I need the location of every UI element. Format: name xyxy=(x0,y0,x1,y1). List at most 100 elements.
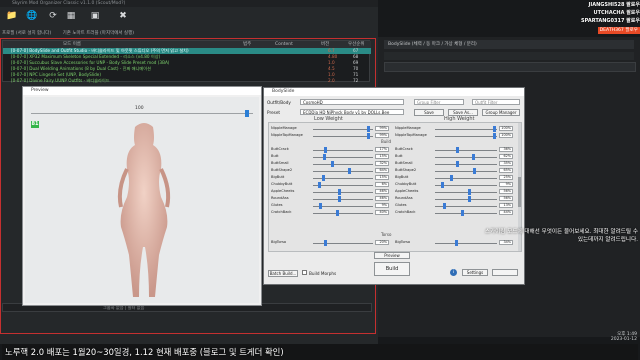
high-slider-track[interactable] xyxy=(435,157,497,158)
preview-button[interactable]: Preview xyxy=(374,252,410,259)
high-slider-track[interactable] xyxy=(435,150,497,151)
slider-name-high: Glutes xyxy=(395,203,407,207)
low-slider-track[interactable] xyxy=(313,199,373,200)
low-slider-track[interactable] xyxy=(313,243,373,244)
slider-name: NippleTopManage xyxy=(271,133,303,137)
low-value-field[interactable]: 32% xyxy=(375,161,389,166)
puzzle-icon[interactable]: ▣ xyxy=(90,11,100,21)
slider-name: RoundAss xyxy=(271,196,289,200)
bodyslide-title: BodySlide xyxy=(264,88,524,96)
high-value-field[interactable]: 100% xyxy=(499,133,513,138)
high-value-field[interactable]: 13% xyxy=(499,203,513,208)
low-slider-track[interactable] xyxy=(313,171,373,172)
low-slider-thumb[interactable] xyxy=(335,210,339,216)
slider-name-high: BigButt xyxy=(395,175,409,179)
high-slider-track[interactable] xyxy=(435,185,497,186)
high-slider-thumb[interactable] xyxy=(460,210,464,216)
high-value-field[interactable]: 65% xyxy=(499,168,513,173)
slider-row: NippleManage 99% NippleManage 100% xyxy=(269,125,515,132)
grid-icon[interactable]: ▦ xyxy=(66,11,76,21)
high-slider-track[interactable] xyxy=(435,178,497,179)
plugin-search-input[interactable] xyxy=(384,62,636,72)
preview-weight-slider[interactable] xyxy=(31,110,253,117)
slider-name-high: ButtCrack xyxy=(395,147,413,151)
low-slider-track[interactable] xyxy=(313,136,373,137)
bodyslide-window: BodySlide Outfit/Body CosmoHD Group Filt… xyxy=(263,87,525,285)
high-slider-track[interactable] xyxy=(435,213,497,214)
high-value-field[interactable]: 56% xyxy=(499,189,513,194)
low-slider-track[interactable] xyxy=(313,213,373,214)
low-slider-track[interactable] xyxy=(313,206,373,207)
low-slider-track[interactable] xyxy=(313,164,373,165)
slider-name: ButtCrack xyxy=(271,147,289,151)
build-morphs-checkbox[interactable] xyxy=(302,270,307,275)
slider-name: BigTorso xyxy=(271,240,287,244)
high-slider-thumb[interactable] xyxy=(455,240,459,246)
low-slider-track[interactable] xyxy=(313,192,373,193)
folder-icon[interactable]: 📁 xyxy=(6,11,17,21)
body-model xyxy=(117,123,171,297)
save-as-button[interactable]: Save As... xyxy=(448,109,478,116)
low-slider-track[interactable] xyxy=(313,150,373,151)
refresh-icon[interactable]: ⟳ xyxy=(48,11,58,21)
preview-canvas[interactable]: 100 81 xyxy=(25,97,259,303)
high-value-field[interactable]: 25% xyxy=(499,175,513,180)
batch-build-button[interactable]: Batch Build... xyxy=(268,270,298,277)
slider-row: NippleTopManage 99% NippleTopManage 100% xyxy=(269,132,515,139)
low-value-field[interactable]: 99% xyxy=(375,126,389,131)
tools-icon[interactable]: ✖ xyxy=(118,11,128,21)
slider-name: Glutes xyxy=(271,203,283,207)
settings-button[interactable]: Settings xyxy=(462,269,488,276)
low-value-field[interactable]: 46% xyxy=(375,196,389,201)
low-value-field[interactable]: 20% xyxy=(375,240,389,245)
slider-name-high: RoundAss xyxy=(395,196,413,200)
high-value-field[interactable]: 35% xyxy=(499,161,513,166)
low-value-field[interactable]: 15% xyxy=(375,154,389,159)
low-slider-track[interactable] xyxy=(313,185,373,186)
high-slider-track[interactable] xyxy=(435,164,497,165)
group-manager-button[interactable]: Group Manager xyxy=(482,109,520,116)
outfit-filter-input[interactable]: Outfit Filter xyxy=(472,99,520,105)
globe-icon[interactable]: 🌐 xyxy=(26,11,37,21)
high-slider-track[interactable] xyxy=(435,136,497,137)
slider-name-high: AppleCheeks xyxy=(395,189,419,193)
toolbar: 📁 🌐 ⟳ ▦ ▣ ✖ xyxy=(0,7,378,25)
low-value-field[interactable]: 40% xyxy=(375,210,389,215)
high-value-field[interactable]: 100% xyxy=(499,126,513,131)
high-slider-thumb[interactable] xyxy=(492,133,496,139)
info-icon[interactable]: i xyxy=(450,269,457,276)
slider-thumb[interactable] xyxy=(245,110,249,117)
scrollbar-thumb[interactable] xyxy=(518,177,521,207)
outfit-select[interactable]: CosmoHD xyxy=(300,99,404,105)
slider-row: ButtShape2 64% ButtShape2 65% xyxy=(269,167,515,174)
low-value-field[interactable]: 6% xyxy=(375,182,389,187)
slider-name-high: CrotchBack xyxy=(395,210,416,214)
preset-select[interactable]: ECDDia HD NiPhyck Body v1 by DOLLs.Bee xyxy=(300,109,404,115)
high-value-field[interactable]: 56% xyxy=(499,196,513,201)
high-slider-track[interactable] xyxy=(435,199,497,200)
profile-row[interactable]: 프로필 (서로 설치 합니다) 기존 노마트 트러블 (마지막에서 실행) xyxy=(2,30,242,37)
low-value-field[interactable]: 46% xyxy=(375,189,389,194)
slider-row: Butt 15% Butt 62% xyxy=(269,153,515,160)
high-slider-track[interactable] xyxy=(435,192,497,193)
high-value-field[interactable]: 36% xyxy=(499,147,513,152)
low-slider-thumb[interactable] xyxy=(367,133,371,139)
high-value-field[interactable]: 62% xyxy=(499,154,513,159)
high-value-field[interactable]: 44% xyxy=(499,210,513,215)
high-slider-track[interactable] xyxy=(435,171,497,172)
low-value-field[interactable]: 17% xyxy=(375,147,389,152)
high-value-field[interactable]: 9% xyxy=(499,182,513,187)
high-slider-track[interactable] xyxy=(435,129,497,130)
close-button[interactable] xyxy=(492,269,518,276)
low-slider-track[interactable] xyxy=(313,157,373,158)
group-filter-input[interactable]: Group Filter xyxy=(414,99,464,105)
low-slider-track[interactable] xyxy=(313,129,373,130)
slider-name: ButtSmall xyxy=(271,161,289,165)
save-button[interactable]: Save xyxy=(414,109,444,116)
low-value-field[interactable]: 99% xyxy=(375,133,389,138)
build-button[interactable]: Build xyxy=(374,262,410,276)
low-value-field[interactable]: 64% xyxy=(375,168,389,173)
low-slider-thumb[interactable] xyxy=(324,240,328,246)
low-value-field[interactable]: 9% xyxy=(375,203,389,208)
low-value-field[interactable]: 15% xyxy=(375,175,389,180)
